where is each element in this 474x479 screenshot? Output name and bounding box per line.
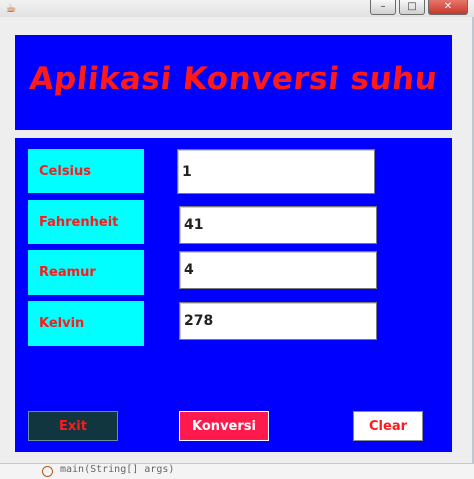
celsius-input[interactable] [177, 149, 375, 194]
background-editor-strip: main(String[] args) [0, 463, 474, 479]
kelvin-input[interactable] [179, 302, 377, 340]
fahrenheit-input[interactable] [179, 206, 377, 244]
reamur-input[interactable] [179, 251, 377, 289]
kelvin-label: Kelvin [28, 301, 144, 346]
fahrenheit-label: Fahrenheit [28, 200, 144, 244]
close-button[interactable]: ✕ [428, 0, 468, 15]
konversi-button[interactable]: Konversi [179, 411, 269, 441]
window-controls: – □ ✕ [370, 0, 468, 15]
exit-button[interactable]: Exit [28, 411, 118, 441]
maximize-button[interactable]: □ [399, 0, 425, 15]
method-icon [42, 466, 53, 477]
celsius-label: Celsius [28, 149, 144, 193]
title-panel: Aplikasi Konversi suhu [15, 35, 452, 130]
java-cup-icon: ☕ [5, 1, 17, 15]
window-titlebar: ☕ – □ ✕ [0, 0, 474, 17]
reamur-label: Reamur [28, 250, 144, 295]
background-code-text: main(String[] args) [60, 464, 175, 475]
minimize-button[interactable]: – [370, 0, 396, 15]
app-title: Aplikasi Konversi suhu [27, 61, 440, 97]
clear-button[interactable]: Clear [353, 411, 423, 441]
conversion-panel: Celsius Fahrenheit Reamur Kelvin Exit Ko… [15, 138, 452, 452]
